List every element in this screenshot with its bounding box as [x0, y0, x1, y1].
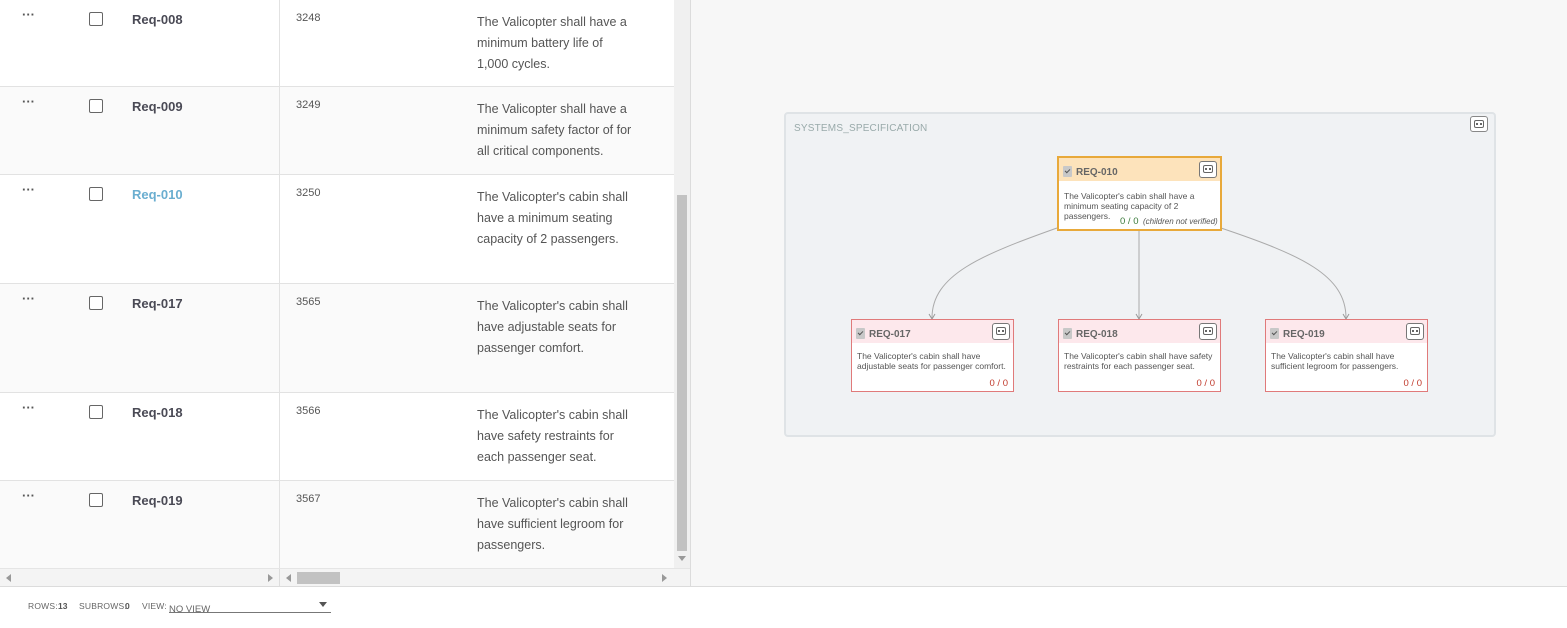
subrows-label: SUBROWS:	[79, 601, 127, 611]
rows-count: 13	[58, 601, 68, 611]
requirement-number: 3567	[296, 493, 321, 505]
row-checkbox[interactable]	[89, 405, 103, 419]
column-divider	[279, 393, 280, 480]
requirement-check-icon	[856, 328, 865, 339]
requirement-check-icon	[1270, 328, 1279, 339]
node-id: REQ-018	[1076, 329, 1118, 340]
row-menu-icon[interactable]: ···	[22, 95, 35, 108]
requirement-node-req-019[interactable]: REQ-019 The Valicopter's cabin shall hav…	[1265, 319, 1428, 392]
requirement-id[interactable]: Req-009	[132, 99, 183, 114]
horizontal-scroll-thumb[interactable]	[297, 572, 340, 584]
node-text: The Valicopter's cabin shall have adjust…	[857, 351, 1006, 371]
row-menu-icon[interactable]: ···	[22, 8, 35, 21]
status-footer: ROWS: 13 SUBROWS: 0 VIEW: NO VIEW	[0, 586, 1567, 628]
node-verification-count: 0 / 0	[1403, 378, 1423, 389]
scroll-left-arrow-icon[interactable]	[6, 574, 11, 582]
node-robot-button[interactable]	[1406, 323, 1424, 340]
requirement-id[interactable]: Req-017	[132, 296, 183, 311]
edge-to-req-017	[931, 227, 1058, 319]
requirement-description: The Valicopter shall have a minimum safe…	[477, 102, 632, 158]
node-header: REQ-018	[1059, 320, 1220, 343]
scrollbar-divider	[279, 569, 280, 587]
row-checkbox[interactable]	[89, 12, 103, 26]
node-id: REQ-017	[869, 329, 911, 340]
table-row[interactable]: ··· Req-010 3250 The Valicopter's cabin …	[0, 175, 674, 284]
table-row[interactable]: ··· Req-008 3248 The Valicopter shall ha…	[0, 0, 674, 87]
node-robot-button[interactable]	[992, 323, 1010, 340]
node-id: REQ-010	[1076, 167, 1118, 178]
node-verification-count: 0 / 0	[1120, 216, 1139, 227]
scroll-right-arrow-icon[interactable]	[268, 574, 273, 582]
requirement-id[interactable]: Req-018	[132, 405, 183, 420]
rows-label: ROWS:	[28, 601, 58, 611]
row-menu-icon[interactable]: ···	[22, 401, 35, 414]
requirement-number: 3565	[296, 296, 321, 308]
table-row[interactable]: ··· Req-019 3567 The Valicopter's cabin …	[0, 481, 674, 568]
requirement-description: The Valicopter shall have a minimum batt…	[477, 15, 627, 71]
column-divider	[279, 175, 280, 283]
requirement-description: The Valicopter's cabin shall have adjust…	[477, 299, 628, 355]
node-id: REQ-019	[1283, 329, 1325, 340]
requirement-number: 3566	[296, 405, 321, 417]
row-checkbox[interactable]	[89, 493, 103, 507]
row-checkbox[interactable]	[89, 99, 103, 113]
row-menu-icon[interactable]: ···	[22, 292, 35, 305]
traceability-diagram: SYSTEMS_SPECIFICATION REQ-010 The Valico…	[691, 0, 1567, 586]
row-checkbox[interactable]	[89, 187, 103, 201]
requirement-description: The Valicopter's cabin shall have a mini…	[477, 190, 628, 246]
requirement-node-req-017[interactable]: REQ-017 The Valicopter's cabin shall hav…	[851, 319, 1014, 392]
robot-icon	[1203, 165, 1213, 173]
table-row[interactable]: ··· Req-017 3565 The Valicopter's cabin …	[0, 284, 674, 393]
view-select[interactable]: NO VIEW	[169, 599, 331, 615]
table-vertical-scrollbar[interactable]	[674, 0, 690, 568]
row-menu-icon[interactable]: ···	[22, 489, 35, 502]
scroll-down-arrow-icon[interactable]	[678, 556, 686, 561]
robot-icon	[1203, 327, 1213, 335]
table-row[interactable]: ··· Req-009 3249 The Valicopter shall ha…	[0, 87, 674, 175]
view-label: VIEW:	[142, 601, 167, 611]
node-header: REQ-010	[1059, 158, 1220, 181]
requirement-id[interactable]: Req-008	[132, 12, 183, 27]
requirement-check-icon	[1063, 328, 1072, 339]
requirement-check-icon	[1063, 166, 1072, 177]
table-horizontal-scrollbar[interactable]	[0, 568, 690, 587]
requirement-number: 3250	[296, 187, 321, 199]
column-divider	[279, 284, 280, 392]
node-text: The Valicopter's cabin shall have suffic…	[1271, 351, 1399, 371]
row-menu-icon[interactable]: ···	[22, 183, 35, 196]
node-text: The Valicopter's cabin shall have safety…	[1064, 351, 1213, 371]
view-select-value: NO VIEW	[169, 604, 211, 615]
robot-icon	[1410, 327, 1420, 335]
vertical-scroll-thumb[interactable]	[677, 195, 687, 551]
requirement-node-req-010[interactable]: REQ-010 The Valicopter's cabin shall hav…	[1057, 156, 1222, 231]
column-divider	[279, 87, 280, 174]
column-divider	[279, 481, 280, 568]
requirement-id-link[interactable]: Req-010	[132, 187, 183, 202]
scroll-left-arrow-icon[interactable]	[286, 574, 291, 582]
row-checkbox[interactable]	[89, 296, 103, 310]
subrows-count: 0	[125, 601, 130, 611]
scroll-right-arrow-icon[interactable]	[662, 574, 667, 582]
diagram-edges	[928, 227, 1350, 320]
edge-to-req-019	[1220, 227, 1347, 319]
requirements-table: ··· Req-008 3248 The Valicopter shall ha…	[0, 0, 674, 568]
requirement-node-req-018[interactable]: REQ-018 The Valicopter's cabin shall hav…	[1058, 319, 1221, 392]
node-verification-count: 0 / 0	[989, 378, 1009, 389]
table-row[interactable]: ··· Req-018 3566 The Valicopter's cabin …	[0, 393, 674, 481]
chevron-down-icon[interactable]	[319, 602, 327, 607]
node-verification-count: 0 / 0	[1196, 378, 1216, 389]
robot-icon	[996, 327, 1006, 335]
requirement-description: The Valicopter's cabin shall have suffic…	[477, 496, 628, 552]
node-verification-note: (children not verified)	[1143, 217, 1218, 226]
node-header: REQ-019	[1266, 320, 1427, 343]
node-robot-button[interactable]	[1199, 323, 1217, 340]
requirement-number: 3248	[296, 12, 321, 24]
column-divider	[279, 0, 280, 86]
node-robot-button[interactable]	[1199, 161, 1217, 178]
node-header: REQ-017	[852, 320, 1013, 343]
requirement-number: 3249	[296, 99, 321, 111]
requirement-id[interactable]: Req-019	[132, 493, 183, 508]
requirement-description: The Valicopter's cabin shall have safety…	[477, 408, 628, 464]
